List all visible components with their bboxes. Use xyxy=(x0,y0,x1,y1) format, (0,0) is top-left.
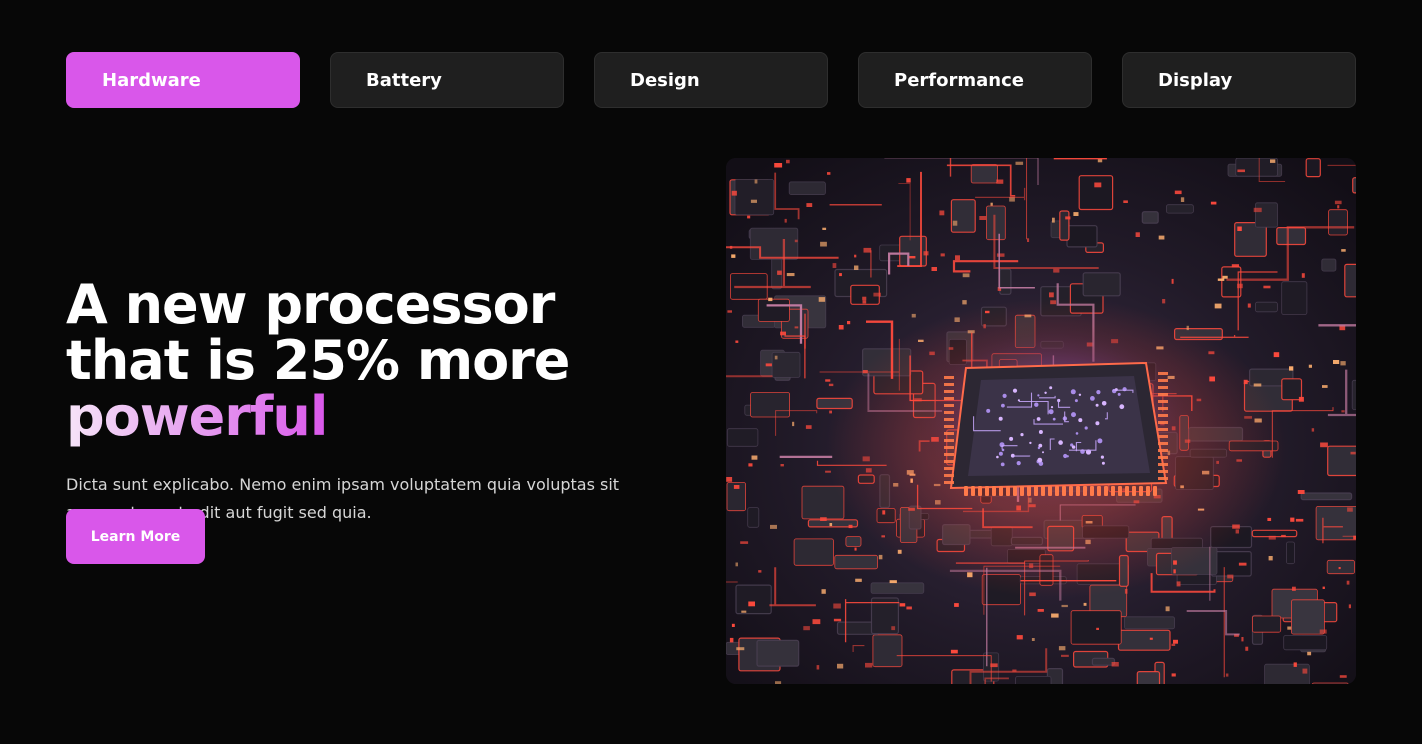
tab-battery[interactable]: Battery xyxy=(330,52,564,108)
tab-label: Display xyxy=(1158,69,1233,91)
headline-main: A new processor that is 25% more xyxy=(66,273,570,392)
circuit-board-image xyxy=(726,158,1356,684)
tab-design[interactable]: Design xyxy=(594,52,828,108)
learn-more-button[interactable]: Learn More xyxy=(66,509,205,564)
page: Hardware Battery Design Performance Disp… xyxy=(0,0,1422,744)
headline-accent: powerful xyxy=(66,385,328,448)
tab-label: Design xyxy=(630,69,700,91)
tab-label: Battery xyxy=(366,69,442,91)
tab-label: Hardware xyxy=(102,69,201,91)
tab-performance[interactable]: Performance xyxy=(858,52,1092,108)
tab-label: Performance xyxy=(894,69,1024,91)
tab-display[interactable]: Display xyxy=(1122,52,1356,108)
feature-tabs: Hardware Battery Design Performance Disp… xyxy=(66,52,1356,108)
hero-text: A new processor that is 25% more powerfu… xyxy=(66,277,666,527)
tab-hardware[interactable]: Hardware xyxy=(66,52,300,108)
hero-headline: A new processor that is 25% more powerfu… xyxy=(66,277,666,445)
